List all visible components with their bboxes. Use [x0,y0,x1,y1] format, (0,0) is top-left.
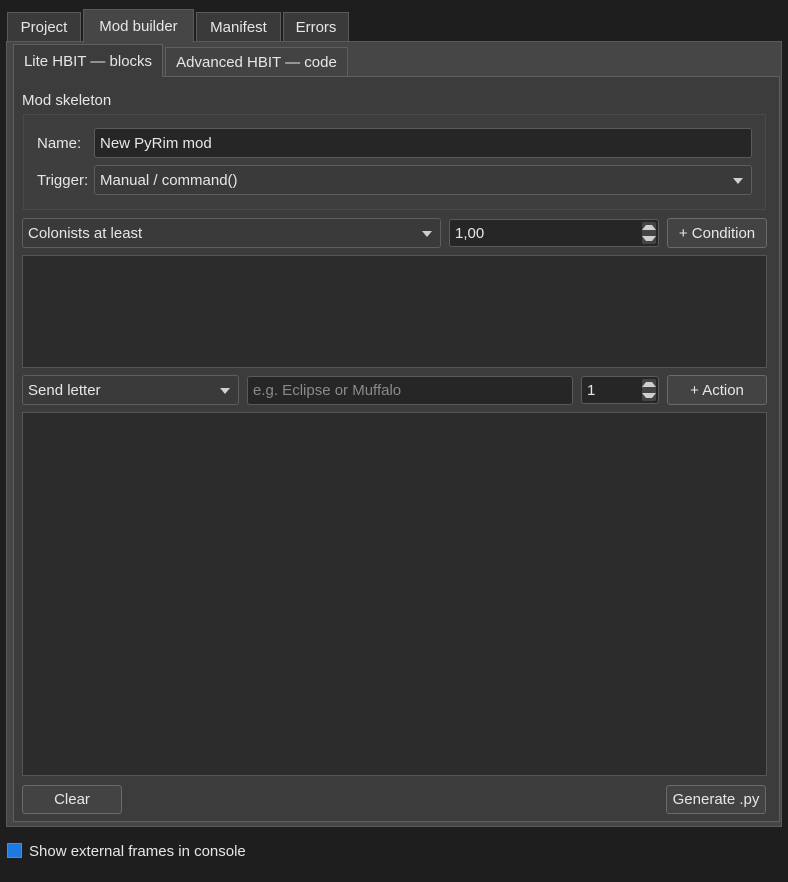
condition-type-value: Colonists at least [28,224,143,242]
tab-project-label: Project [20,19,68,36]
condition-type-select[interactable]: Colonists at least [22,218,441,248]
spin-down-icon[interactable] [642,233,656,244]
clear-button[interactable]: Clear [22,785,122,814]
clear-button-label: Clear [54,791,90,808]
condition-spin-buttons[interactable] [642,222,656,244]
tab-mod-builder-label: Mod builder [99,18,178,35]
generate-py-label: Generate .py [672,791,760,808]
add-action-label: + Action [690,381,744,399]
mod-name-value: New PyRim mod [100,134,212,152]
tab-manifest[interactable]: Manifest [196,12,281,42]
name-label: Name: [37,135,82,152]
action-target-input[interactable]: e.g. Eclipse or Muffalo [247,376,573,405]
add-condition-label: + Condition [678,224,756,242]
trigger-value: Manual / command() [100,171,238,189]
chevron-down-icon [422,231,432,237]
mod-skeleton-title: Mod skeleton [22,92,112,109]
add-action-button[interactable]: + Action [667,375,767,405]
subtab-advanced-hbit[interactable]: Advanced HBIT — code [165,47,348,77]
tab-manifest-label: Manifest [210,19,267,36]
actions-list[interactable] [22,412,767,776]
spin-up-icon[interactable] [642,222,656,233]
trigger-label: Trigger: [37,172,89,189]
add-condition-button[interactable]: + Condition [667,218,767,248]
action-target-placeholder: e.g. Eclipse or Muffalo [253,382,402,399]
conditions-list[interactable] [22,255,767,368]
subtab-lite-hbit-label: Lite HBIT — blocks [23,52,153,70]
action-spin-buttons[interactable] [642,379,656,401]
tab-project[interactable]: Project [7,12,81,42]
action-type-select[interactable]: Send letter [22,375,239,405]
condition-number-spinbox[interactable]: 1,00 [449,219,659,247]
subtab-lite-hbit[interactable]: Lite HBIT — blocks [13,44,163,77]
show-external-frames-checkbox[interactable] [7,843,22,858]
chevron-down-icon [220,388,230,394]
mod-name-input[interactable]: New PyRim mod [94,128,752,158]
tab-errors-label: Errors [295,19,337,36]
action-count-value: 1 [587,381,596,399]
tab-errors[interactable]: Errors [283,12,349,42]
trigger-select[interactable]: Manual / command() [94,165,752,195]
action-type-value: Send letter [28,381,101,399]
show-external-frames-label: Show external frames in console [29,843,246,860]
generate-py-button[interactable]: Generate .py [666,785,766,814]
chevron-down-icon [733,178,743,184]
spin-up-icon[interactable] [642,379,656,390]
spin-down-icon[interactable] [642,390,656,401]
subtab-advanced-hbit-label: Advanced HBIT — code [176,54,337,71]
action-count-spinbox[interactable]: 1 [581,376,659,404]
tab-mod-builder[interactable]: Mod builder [83,9,194,43]
condition-number-value: 1,00 [455,224,485,242]
